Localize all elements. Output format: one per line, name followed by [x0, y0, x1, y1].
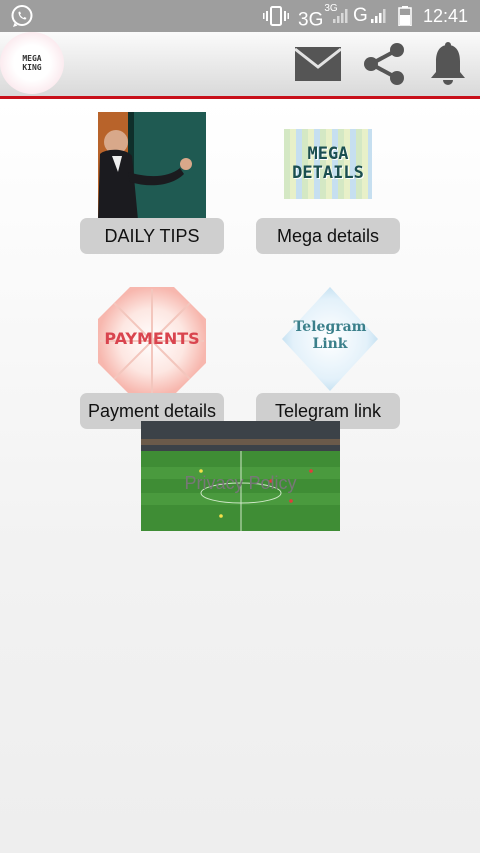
app-bar: MEGA KING — [0, 32, 480, 99]
mail-button[interactable] — [294, 40, 342, 88]
mega-details-button[interactable]: Mega details — [256, 218, 400, 254]
mega-details-image[interactable]: MEGA DETAILS — [284, 129, 372, 199]
presenter-illustration — [98, 112, 206, 220]
signal-icon — [371, 9, 386, 23]
daily-tips-button[interactable]: DAILY TIPS — [80, 218, 224, 254]
network-type-1: 3G3G — [298, 3, 338, 31]
privacy-policy-tile[interactable]: Privacy Policy — [141, 421, 340, 531]
telegram-image-line2: Link — [312, 336, 348, 352]
share-button[interactable] — [360, 40, 408, 88]
mega-image-line1: MEGA — [307, 144, 349, 164]
notifications-button[interactable] — [424, 40, 472, 88]
telegram-image-line1: Telegram — [293, 319, 367, 335]
main-content: DAILY TIPS MEGA DETAILS Mega details PAY… — [0, 99, 480, 853]
logo-text-line1: MEGA — [22, 54, 42, 63]
payment-details-image[interactable]: PAYMENTS — [98, 287, 206, 395]
telegram-image-text: Telegram Link — [282, 319, 378, 353]
status-bar: 3G3G G 12:41 — [0, 0, 480, 32]
telegram-link-image[interactable]: Telegram Link — [282, 287, 378, 391]
battery-icon — [398, 6, 412, 26]
mail-icon — [295, 47, 341, 81]
privacy-policy-link[interactable]: Privacy Policy — [141, 473, 340, 494]
payments-image-text: PAYMENTS — [104, 329, 200, 348]
daily-tips-image[interactable] — [98, 112, 206, 220]
whatsapp-icon — [11, 5, 33, 27]
mega-image-line2: DETAILS — [292, 163, 364, 183]
clock: 12:41 — [423, 6, 469, 26]
network-type-2: G — [353, 5, 368, 26]
signal-icon — [333, 9, 348, 23]
logo-text-line2: KING — [22, 63, 42, 72]
share-icon — [364, 43, 404, 85]
vibrate-icon — [263, 6, 289, 26]
app-logo: MEGA KING — [0, 32, 64, 94]
bell-icon — [431, 42, 465, 85]
